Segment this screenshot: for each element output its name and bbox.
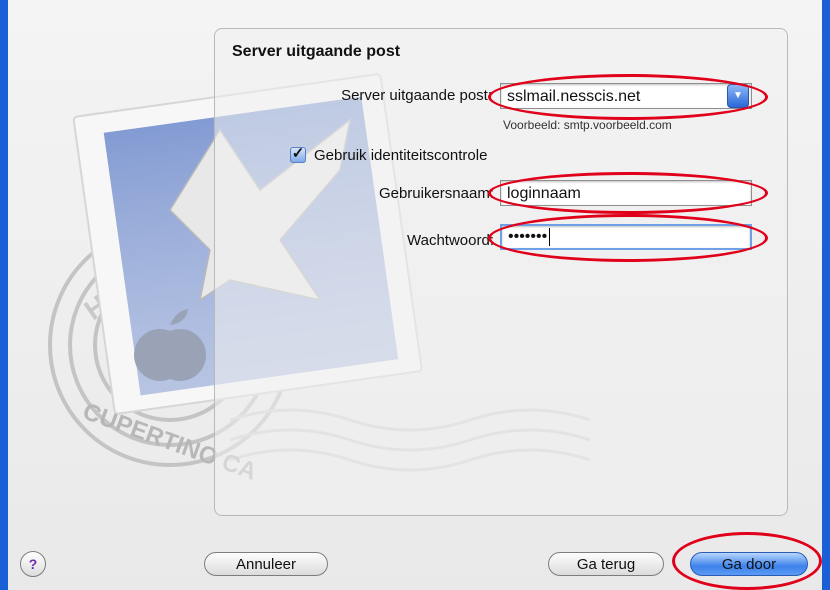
cancel-button[interactable]: Annuleer	[204, 552, 328, 576]
smtp-server-hint: Voorbeeld: smtp.voorbeeld.com	[503, 118, 672, 132]
highlight-oval-username	[488, 172, 768, 214]
highlight-oval-continue	[672, 532, 822, 590]
help-button[interactable]: ?	[20, 551, 46, 577]
auth-checkbox[interactable]: ✓	[290, 146, 306, 163]
back-button[interactable]: Ga terug	[548, 552, 664, 576]
password-label: Wachtwoord:	[407, 232, 494, 249]
smtp-server-label: Server uitgaande post:	[341, 87, 492, 104]
highlight-oval-password	[488, 214, 768, 262]
username-label: Gebruikersnaam:	[378, 185, 494, 202]
highlight-oval-smtp	[488, 74, 768, 120]
section-title: Server uitgaande post	[232, 43, 401, 60]
auth-checkbox-label: Gebruik identiteitscontrole	[314, 147, 488, 164]
